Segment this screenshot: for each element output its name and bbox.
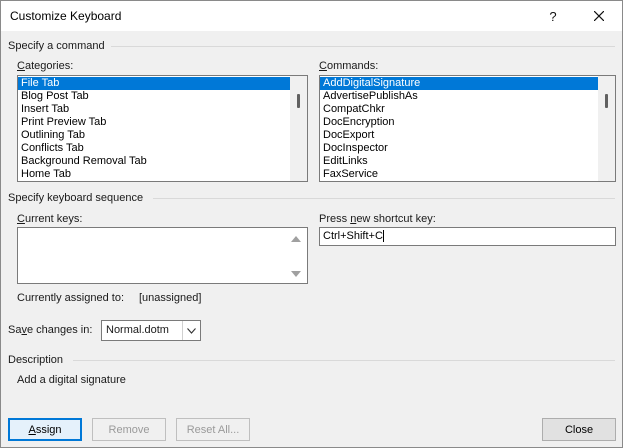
title-bar: Customize Keyboard ? bbox=[1, 1, 622, 31]
list-item[interactable]: DocInspector bbox=[320, 142, 615, 155]
list-item[interactable]: CompatChkr bbox=[320, 103, 615, 116]
section-divider bbox=[73, 360, 615, 361]
close-window-button[interactable] bbox=[576, 1, 622, 31]
section-specify-command: Specify a command bbox=[8, 40, 105, 52]
save-changes-label: Save changes in: bbox=[8, 324, 93, 336]
list-item[interactable]: AddDigitalSignature bbox=[320, 77, 615, 90]
list-item[interactable]: Insert Tab bbox=[18, 103, 307, 116]
list-item[interactable]: Background Removal Tab bbox=[18, 155, 307, 168]
help-button[interactable]: ? bbox=[530, 1, 576, 31]
scroll-up-icon[interactable] bbox=[291, 236, 301, 242]
list-item[interactable]: Home Tab bbox=[18, 168, 307, 181]
new-shortcut-label: Press new shortcut key: bbox=[319, 213, 436, 225]
section-divider bbox=[111, 46, 615, 47]
categories-list: File Tab Blog Post Tab Insert Tab Print Pre… bbox=[18, 76, 307, 181]
commands-listbox[interactable]: AddDigitalSignature AdvertisePublishAs Com… bbox=[319, 75, 616, 182]
list-item[interactable]: Outlining Tab bbox=[18, 129, 307, 142]
list-item[interactable]: Blog Post Tab bbox=[18, 90, 307, 103]
list-item[interactable]: File Tab bbox=[18, 77, 307, 90]
categories-listbox[interactable]: File Tab Blog Post Tab Insert Tab Print Pre… bbox=[17, 75, 308, 182]
commands-list: AddDigitalSignature AdvertisePublishAs Com… bbox=[320, 76, 615, 181]
commands-scroll-thumb[interactable] bbox=[605, 94, 608, 108]
list-item[interactable]: FaxService bbox=[320, 168, 615, 181]
save-changes-value: Normal.dotm bbox=[106, 324, 169, 336]
section-specify-keyboard-sequence: Specify keyboard sequence bbox=[8, 192, 144, 204]
description-text: Add a digital signature bbox=[17, 374, 126, 386]
remove-button[interactable]: Remove bbox=[92, 418, 166, 441]
close-button[interactable]: Close bbox=[542, 418, 616, 441]
reset-all-button-label: Reset All... bbox=[186, 423, 240, 436]
current-keys-label: Current keys: bbox=[17, 213, 83, 225]
customize-keyboard-dialog: Customize Keyboard ? Specify a command C… bbox=[0, 0, 623, 448]
commands-label: Commands: bbox=[319, 60, 379, 72]
chevron-down-icon bbox=[187, 327, 196, 334]
help-icon: ? bbox=[549, 8, 557, 24]
list-item[interactable]: EditLinks bbox=[320, 155, 615, 168]
close-icon bbox=[594, 11, 604, 21]
assign-button[interactable]: Assign bbox=[8, 418, 82, 441]
dropdown-button[interactable] bbox=[182, 321, 200, 340]
reset-all-button[interactable]: Reset All... bbox=[176, 418, 250, 441]
dialog-title: Customize Keyboard bbox=[10, 9, 122, 23]
text-caret bbox=[382, 230, 384, 243]
list-item[interactable]: Conflicts Tab bbox=[18, 142, 307, 155]
list-item[interactable]: AdvertisePublishAs bbox=[320, 90, 615, 103]
new-shortcut-value: Ctrl+Shift+C bbox=[323, 230, 383, 242]
commands-scrollbar[interactable] bbox=[598, 76, 615, 181]
categories-label: Categories: bbox=[17, 60, 74, 72]
assign-button-label: Assign bbox=[28, 423, 62, 436]
new-shortcut-input[interactable]: Ctrl+Shift+C bbox=[319, 227, 616, 246]
list-item[interactable]: DocExport bbox=[320, 129, 615, 142]
scroll-down-icon[interactable] bbox=[291, 271, 301, 277]
current-keys-listbox[interactable] bbox=[17, 227, 308, 284]
remove-button-label: Remove bbox=[108, 423, 150, 436]
list-item[interactable]: Print Preview Tab bbox=[18, 116, 307, 129]
currently-assigned-label: Currently assigned to: bbox=[17, 292, 124, 304]
close-button-label: Close bbox=[564, 423, 594, 436]
section-description: Description bbox=[8, 354, 64, 366]
list-item[interactable]: DocEncryption bbox=[320, 116, 615, 129]
save-changes-dropdown[interactable]: Normal.dotm bbox=[101, 320, 201, 341]
currently-assigned-value: [unassigned] bbox=[139, 292, 202, 304]
section-divider bbox=[153, 198, 615, 199]
categories-scrollbar[interactable] bbox=[290, 76, 307, 181]
categories-scroll-thumb[interactable] bbox=[297, 94, 300, 108]
